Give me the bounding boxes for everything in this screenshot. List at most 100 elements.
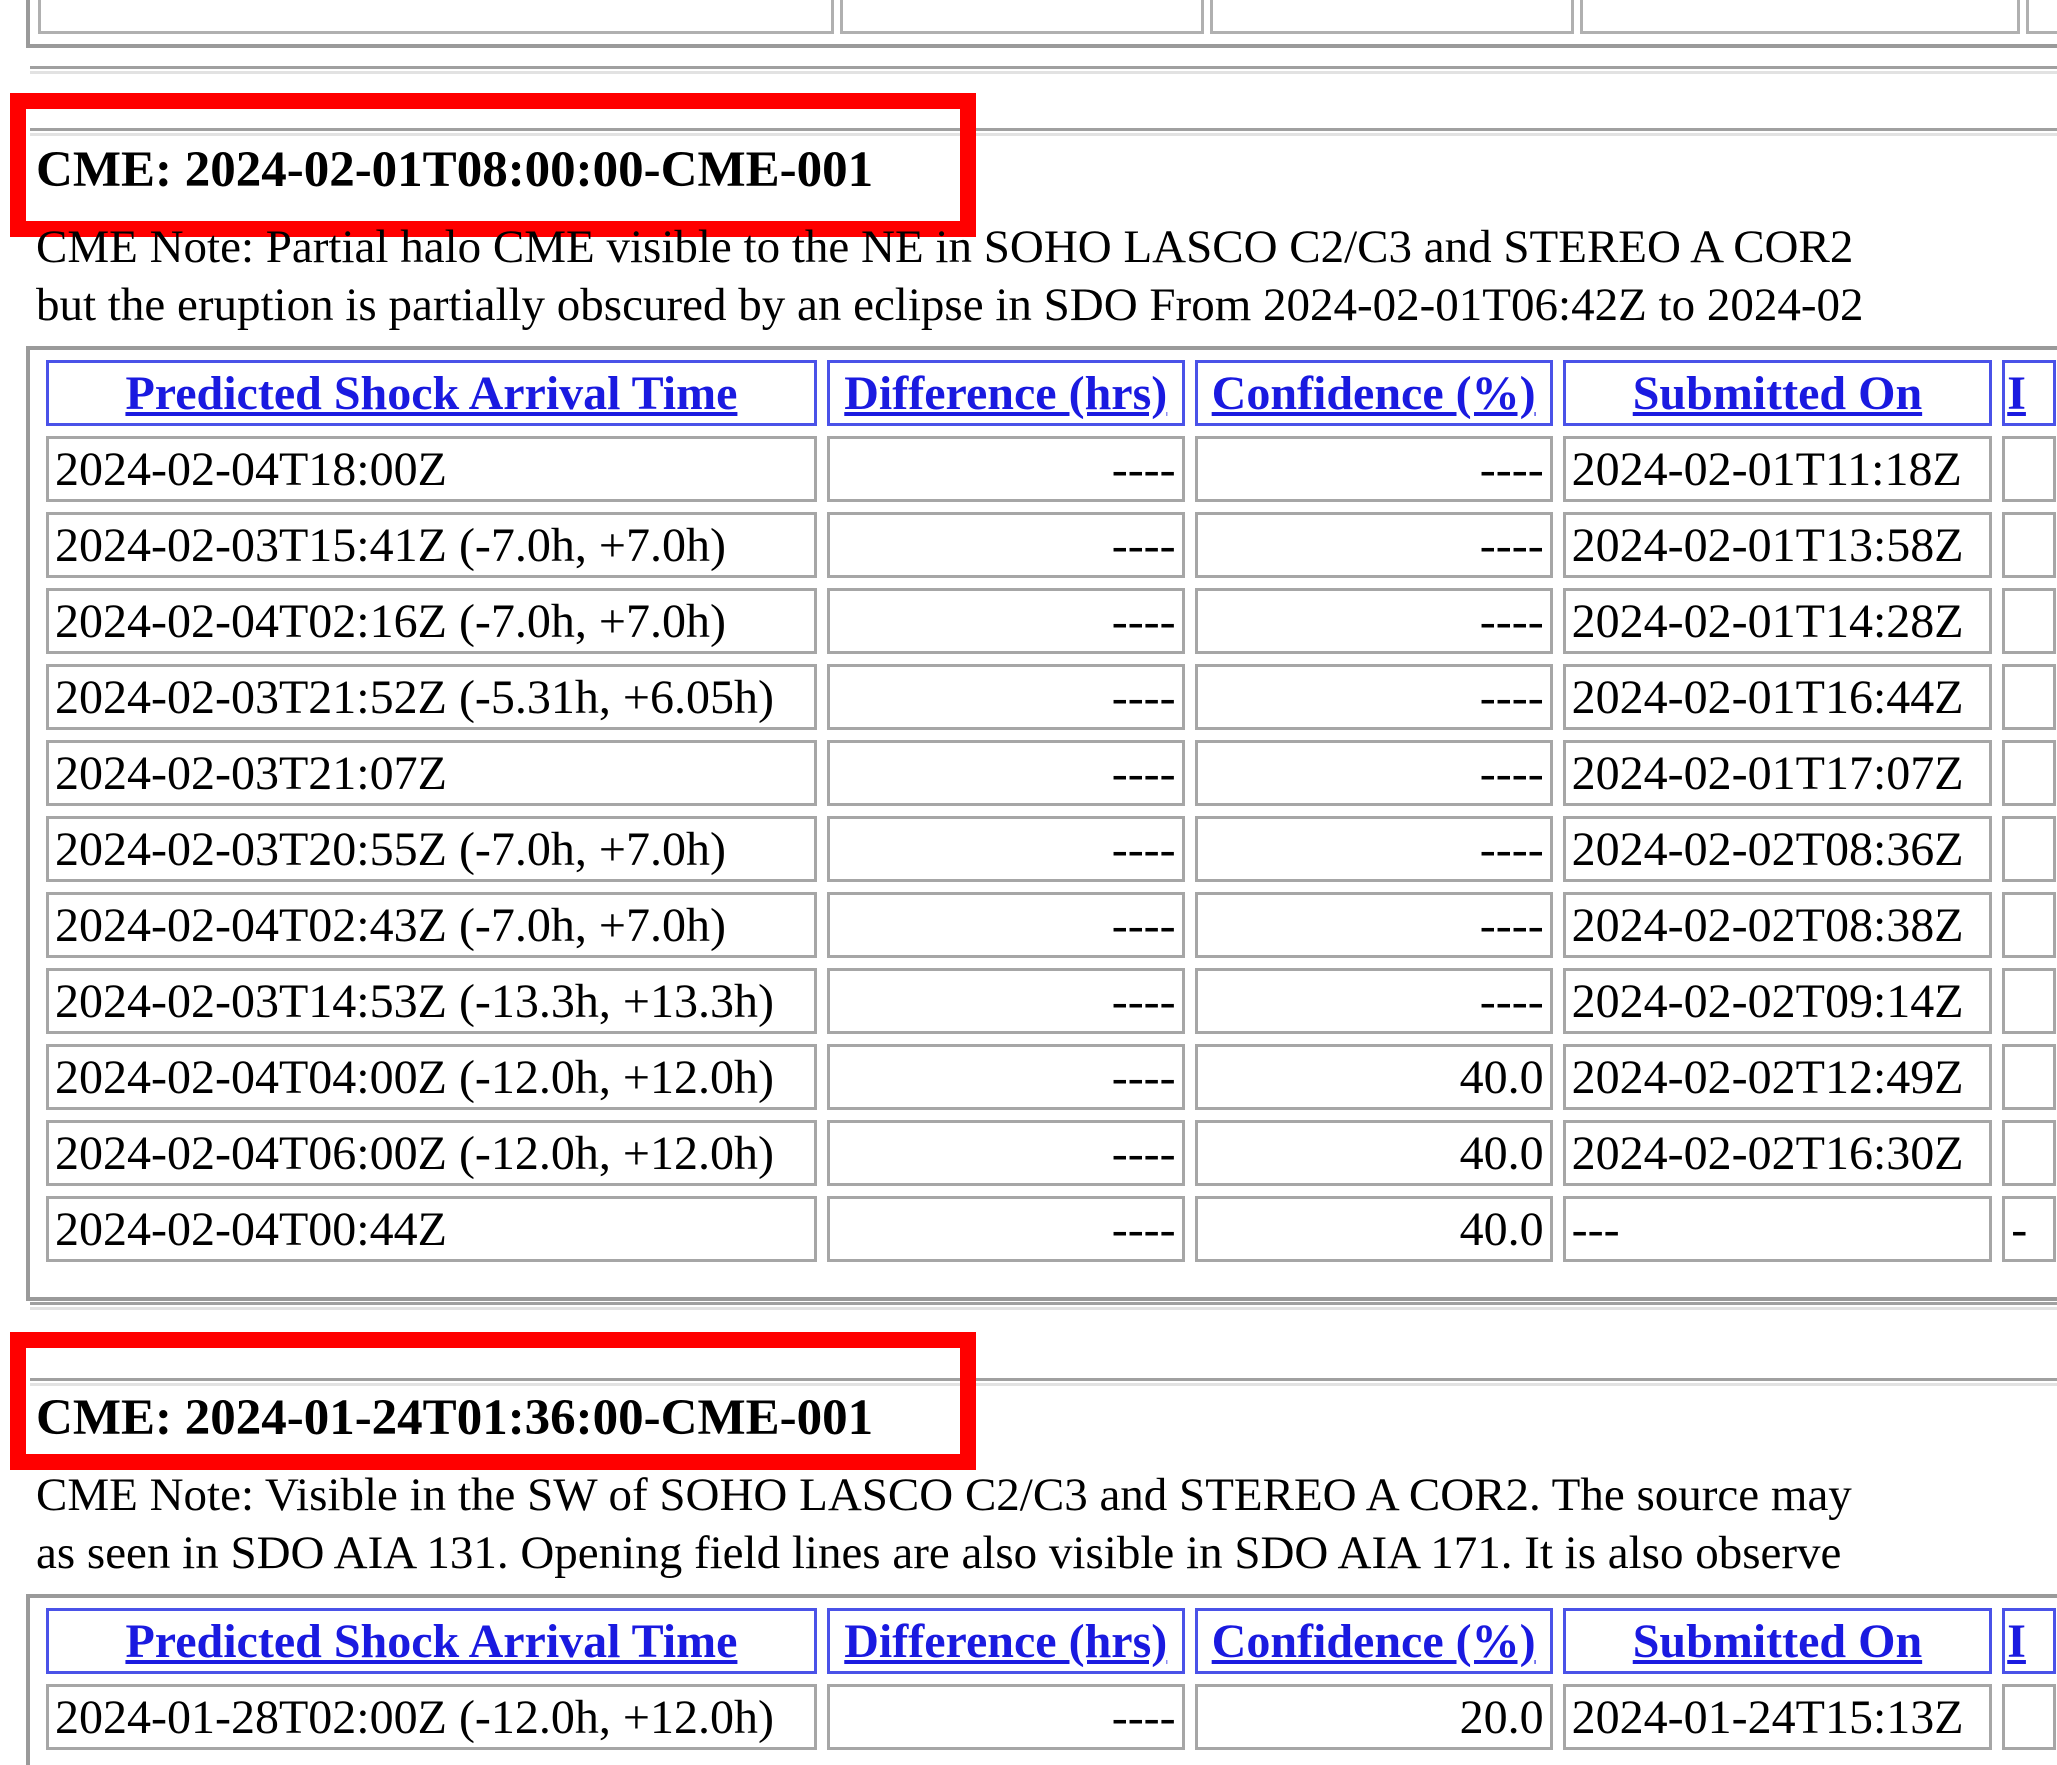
confidence-cell: ----: [1194, 664, 1553, 730]
extra-cell: [2002, 892, 2056, 958]
difference-cell: ----: [826, 664, 1185, 730]
confidence-cell: 20.0: [1194, 1684, 1553, 1750]
table-row: 2024-02-03T21:52Z (-5.31h, +6.05h) ---- --…: [46, 664, 2056, 730]
table-row: 2024-02-03T21:07Z ---- ---- 2024-02-01T17:0…: [46, 740, 2056, 806]
submitted-on-cell: 2024-02-01T17:07Z: [1562, 740, 1993, 806]
table-header-row: Predicted Shock Arrival Time Difference …: [46, 1608, 2056, 1674]
cme-title: CME: 2024-02-01T08:00:00-CME-001: [36, 142, 874, 198]
predicted-arrival-cell: 2024-02-03T20:55Z (-7.0h, +7.0h): [46, 816, 817, 882]
difference-cell: ----: [826, 436, 1185, 502]
confidence-cell: 40.0: [1194, 1196, 1553, 1262]
previous-table-bottom: [26, 0, 2057, 48]
predicted-arrival-cell: 2024-02-03T14:53Z (-13.3h, +13.3h): [46, 968, 817, 1034]
prev-cell: [840, 0, 1204, 34]
predicted-arrival-cell: 2024-02-03T21:07Z: [46, 740, 817, 806]
predicted-arrival-cell: 2024-02-03T21:52Z (-5.31h, +6.05h): [46, 664, 817, 730]
cme-note-line: but the eruption is partially obscured b…: [36, 279, 1864, 331]
confidence-cell: ----: [1194, 436, 1553, 502]
extra-cell: [2002, 436, 2056, 502]
column-header-difference[interactable]: Difference (hrs): [826, 1608, 1185, 1674]
predicted-arrival-cell: 2024-01-28T02:00Z (-12.0h, +12.0h): [46, 1684, 817, 1750]
confidence-cell: ----: [1194, 892, 1553, 958]
submitted-on-cell: 2024-02-02T08:38Z: [1562, 892, 1993, 958]
difference-cell: ----: [826, 892, 1185, 958]
table-row: 2024-02-04T04:00Z (-12.0h, +12.0h) ---- 40…: [46, 1044, 2056, 1110]
prev-cell: [1580, 0, 2020, 34]
submitted-on-cell: 2024-02-01T14:28Z: [1562, 588, 1993, 654]
table-row: 2024-02-03T20:55Z (-7.0h, +7.0h) ---- ----…: [46, 816, 2056, 882]
column-header-predicted-arrival[interactable]: Predicted Shock Arrival Time: [46, 1608, 817, 1674]
predicted-arrival-cell: 2024-02-03T15:41Z (-7.0h, +7.0h): [46, 512, 817, 578]
confidence-cell: 40.0: [1194, 1044, 1553, 1110]
confidence-cell: ----: [1194, 816, 1553, 882]
column-header-extra[interactable]: I: [2002, 1608, 2056, 1674]
submitted-on-cell: 2024-01-24T15:13Z: [1562, 1684, 1993, 1750]
table-row: 2024-02-04T18:00Z ---- ---- 2024-02-01T11:1…: [46, 436, 2056, 502]
column-header-difference[interactable]: Difference (hrs): [826, 360, 1185, 426]
confidence-cell: ----: [1194, 588, 1553, 654]
extra-cell: [2002, 512, 2056, 578]
submitted-on-cell: 2024-02-02T09:14Z: [1562, 968, 1993, 1034]
table-row: 2024-01-28T02:00Z (-12.0h, +12.0h) ---- 20…: [46, 1684, 2056, 1750]
page: CME: 2024-02-01T08:00:00-CME-001 CME Not…: [0, 0, 2057, 1765]
table-row: 2024-02-03T15:41Z (-7.0h, +7.0h) ---- ----…: [46, 512, 2056, 578]
difference-cell: ----: [826, 588, 1185, 654]
submitted-on-cell: ---: [1562, 1196, 1993, 1262]
table-row: 2024-02-04T02:43Z (-7.0h, +7.0h) ---- ----…: [46, 892, 2056, 958]
confidence-cell: ----: [1194, 968, 1553, 1034]
submitted-on-cell: 2024-02-01T13:58Z: [1562, 512, 1993, 578]
predicted-arrival-cell: 2024-02-04T18:00Z: [46, 436, 817, 502]
forecast-table-grid: Predicted Shock Arrival Time Difference …: [36, 350, 2057, 1272]
difference-cell: ----: [826, 1196, 1185, 1262]
column-header-predicted-arrival[interactable]: Predicted Shock Arrival Time: [46, 360, 817, 426]
table-row: 2024-02-03T14:53Z (-13.3h, +13.3h) ---- --…: [46, 968, 2056, 1034]
submitted-on-cell: 2024-02-02T08:36Z: [1562, 816, 1993, 882]
submitted-on-cell: 2024-02-02T16:30Z: [1562, 1120, 1993, 1186]
column-header-submitted-on[interactable]: Submitted On: [1562, 1608, 1993, 1674]
column-header-confidence[interactable]: Confidence (%): [1194, 1608, 1553, 1674]
predicted-arrival-cell: 2024-02-04T02:16Z (-7.0h, +7.0h): [46, 588, 817, 654]
extra-cell: [2002, 664, 2056, 730]
column-header-submitted-on[interactable]: Submitted On: [1562, 360, 1993, 426]
prev-cell: [38, 0, 834, 34]
predicted-arrival-cell: 2024-02-04T04:00Z (-12.0h, +12.0h): [46, 1044, 817, 1110]
extra-cell: [2002, 740, 2056, 806]
extra-cell: -: [2002, 1196, 2056, 1262]
cme-note-line: CME Note: Partial halo CME visible to th…: [36, 221, 1854, 273]
cme-title: CME: 2024-01-24T01:36:00-CME-001: [36, 1390, 874, 1446]
forecast-table: Predicted Shock Arrival Time Difference …: [26, 346, 2057, 1301]
difference-cell: ----: [826, 968, 1185, 1034]
difference-cell: ----: [826, 1684, 1185, 1750]
predicted-arrival-cell: 2024-02-04T00:44Z: [46, 1196, 817, 1262]
forecast-table-grid: Predicted Shock Arrival Time Difference …: [36, 1598, 2057, 1760]
forecast-table: Predicted Shock Arrival Time Difference …: [26, 1594, 2057, 1765]
difference-cell: ----: [826, 512, 1185, 578]
confidence-cell: ----: [1194, 740, 1553, 806]
extra-cell: [2002, 588, 2056, 654]
divider: [30, 66, 2057, 74]
confidence-cell: ----: [1194, 512, 1553, 578]
difference-cell: ----: [826, 1044, 1185, 1110]
submitted-on-cell: 2024-02-02T12:49Z: [1562, 1044, 1993, 1110]
extra-cell: [2002, 968, 2056, 1034]
cme-note-line: as seen in SDO AIA 131. Opening field li…: [36, 1527, 1842, 1579]
prev-cell: [1210, 0, 1574, 34]
table-row: 2024-02-04T06:00Z (-12.0h, +12.0h) ---- 40…: [46, 1120, 2056, 1186]
extra-cell: [2002, 1684, 2056, 1750]
prev-cell: [2026, 0, 2057, 34]
column-header-confidence[interactable]: Confidence (%): [1194, 360, 1553, 426]
extra-cell: [2002, 1120, 2056, 1186]
extra-cell: [2002, 1044, 2056, 1110]
submitted-on-cell: 2024-02-01T11:18Z: [1562, 436, 1993, 502]
cme-note-line: CME Note: Visible in the SW of SOHO LASC…: [36, 1469, 1852, 1521]
divider: [30, 1302, 2057, 1310]
extra-cell: [2002, 816, 2056, 882]
column-header-extra[interactable]: I: [2002, 360, 2056, 426]
difference-cell: ----: [826, 740, 1185, 806]
table-row: 2024-02-04T00:44Z ---- 40.0 --- -: [46, 1196, 2056, 1262]
difference-cell: ----: [826, 816, 1185, 882]
predicted-arrival-cell: 2024-02-04T02:43Z (-7.0h, +7.0h): [46, 892, 817, 958]
confidence-cell: 40.0: [1194, 1120, 1553, 1186]
submitted-on-cell: 2024-02-01T16:44Z: [1562, 664, 1993, 730]
difference-cell: ----: [826, 1120, 1185, 1186]
